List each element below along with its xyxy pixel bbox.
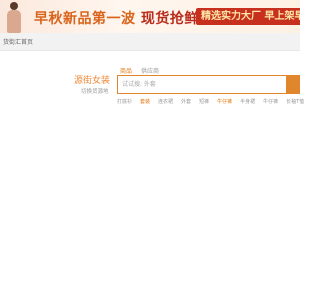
banner-badge: 精选实力大厂 早上架早 (196, 8, 300, 25)
site-logo[interactable]: 源街女装 (74, 73, 110, 86)
promo-banner[interactable]: 早秋新品第一波 现货抢鲜 精选实力大厂 早上架早 (0, 0, 300, 33)
banner-headline: 早秋新品第一波 现货抢鲜 (34, 11, 199, 27)
search-box (117, 75, 300, 94)
tab-products[interactable]: 商品 (120, 66, 132, 75)
search-input[interactable] (122, 79, 282, 90)
hot-keyword[interactable]: 套装 (140, 98, 150, 105)
hot-keywords: 打底衫 套装 连衣裙 外套 短裤 牛仔裤 半身裙 牛仔裤 长袖T恤 (117, 98, 304, 105)
switch-source-link[interactable]: 切换货源地 (81, 87, 109, 95)
search-button[interactable] (286, 75, 300, 94)
hot-keyword[interactable]: 外套 (181, 98, 191, 105)
search-tabs: 商品 供应商 (120, 66, 159, 75)
hot-keyword[interactable]: 半身裙 (240, 98, 255, 105)
hot-keyword[interactable]: 短裤 (199, 98, 209, 105)
nav-home-link[interactable]: 货街汇首页 (3, 37, 33, 46)
hot-keyword[interactable]: 牛仔裤 (263, 98, 278, 105)
tab-suppliers[interactable]: 供应商 (141, 66, 159, 75)
hot-keyword[interactable]: 打底衫 (117, 98, 132, 105)
hot-keyword[interactable]: 连衣裙 (158, 98, 173, 105)
hot-keyword[interactable]: 牛仔裤 (217, 98, 232, 105)
top-nav: 货街汇首页 (0, 33, 300, 51)
model-image (4, 1, 24, 33)
hot-keyword[interactable]: 长袖T恤 (286, 98, 304, 105)
